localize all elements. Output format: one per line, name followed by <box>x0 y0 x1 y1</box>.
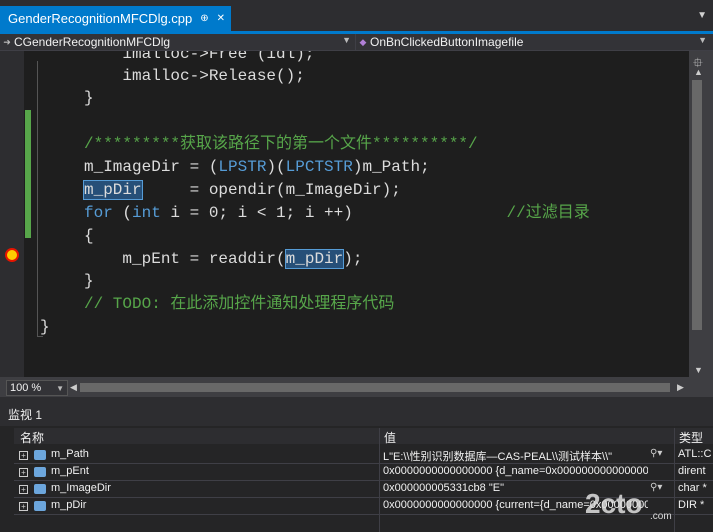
scroll-up-icon[interactable]: ▲ <box>694 67 703 77</box>
pin-icon[interactable]: ⊕ <box>200 13 208 24</box>
watch-name: m_pEnt <box>51 465 89 477</box>
current-statement-arrow-icon <box>7 250 17 260</box>
watch-type: ATL::C <box>678 448 712 460</box>
watch-type: dirent <box>678 465 706 477</box>
watch-panel-title: 监视 1 <box>0 404 713 424</box>
horizontal-scroll-thumb[interactable] <box>80 383 670 392</box>
document-tab[interactable]: GenderRecognitionMFCDlg.cpp ⊕ ✕ <box>0 6 232 31</box>
member-name: OnBnClickedButtonImagefile <box>370 35 524 49</box>
expand-icon[interactable]: + <box>19 468 28 477</box>
column-header-name[interactable]: 名称 <box>20 429 44 446</box>
grid-line <box>14 463 713 464</box>
tab-title: GenderRecognitionMFCDlg.cpp <box>8 11 193 26</box>
watch-header: 名称 值 类型 <box>14 428 713 446</box>
code-line: m_pDir = opendir(m_ImageDir); <box>83 180 401 200</box>
code-comment: /*********获取该路径下的第一个文件**********/ <box>84 135 478 153</box>
code-line: m_pEnt = readdir(m_pDir); <box>84 249 363 269</box>
outline-guide <box>37 61 38 337</box>
indicator-margin[interactable] <box>0 51 24 377</box>
code-line: m_ImageDir = (LPSTR)(LPCTSTR)m_Path; <box>84 158 430 176</box>
grid-line <box>14 480 713 481</box>
variable-icon <box>34 484 46 494</box>
change-tracking-bar <box>25 110 31 238</box>
vertical-scroll-thumb[interactable] <box>692 80 702 330</box>
watermark-logo: 2cto <box>585 488 643 519</box>
watch-type: DIR * <box>678 499 705 511</box>
close-icon[interactable]: ✕ <box>217 13 225 24</box>
watch-name: m_ImageDir <box>51 482 111 494</box>
chevron-down-icon[interactable]: ▼ <box>697 10 707 21</box>
member-dropdown[interactable]: ◆ OnBnClickedButtonImagefile ▼ <box>356 34 711 50</box>
code-line: } <box>40 318 50 336</box>
zoom-level: 100 % <box>10 382 42 394</box>
expand-icon[interactable]: + <box>19 502 28 511</box>
code-line: imalloc->Release(); <box>84 67 305 85</box>
class-name: CGenderRecognitionMFCDlg <box>14 35 171 49</box>
search-icon[interactable]: ⚲▾ <box>650 448 662 459</box>
highlighted-symbol: m_pDir <box>284 249 345 269</box>
watch-row[interactable]: + m_pEnt 0x0000000000000000 {d_name=0x00… <box>14 464 713 480</box>
watch-name: m_Path <box>51 448 89 460</box>
watch-type: char * <box>678 482 707 494</box>
scroll-down-icon[interactable]: ▼ <box>694 365 703 375</box>
variable-icon <box>34 450 46 460</box>
column-header-value[interactable]: 值 <box>384 429 396 446</box>
watch-row[interactable]: + m_Path L"E:\\性别识别数据库—CAS-PEAL\\测试样本\\"… <box>14 447 713 463</box>
scroll-right-icon[interactable]: ▶ <box>677 382 684 393</box>
code-line: imalloc->Free (idl); <box>84 51 315 63</box>
grid-line <box>379 444 380 532</box>
expand-icon[interactable]: + <box>19 451 28 460</box>
code-line: { <box>84 227 94 245</box>
scroll-left-icon[interactable]: ◀ <box>70 382 77 393</box>
watch-name: m_pDir <box>51 499 87 511</box>
grid-line <box>674 444 675 532</box>
watermark-suffix: .com <box>650 511 672 522</box>
class-icon: ➜ <box>3 36 11 47</box>
zoom-dropdown[interactable]: 100 % ▼ <box>6 380 68 396</box>
code-editor[interactable]: imalloc->Free (idl); imalloc->Release();… <box>0 51 689 377</box>
code-line: for (int i = 0; i < 1; i ++) //过滤目录 <box>84 204 590 222</box>
method-icon: ◆ <box>359 36 367 47</box>
variable-icon <box>34 467 46 477</box>
highlighted-symbol: m_pDir <box>83 180 143 200</box>
chevron-down-icon[interactable]: ▼ <box>56 384 67 393</box>
column-header-type[interactable]: 类型 <box>679 429 703 446</box>
navigation-bar: ➜ CGenderRecognitionMFCDlg ▼ ◆ OnBnClick… <box>0 34 713 51</box>
code-line: } <box>84 272 94 290</box>
chevron-down-icon[interactable]: ▼ <box>698 35 707 45</box>
code-line: } <box>84 89 94 107</box>
code-comment: // TODO: 在此添加控件通知处理程序代码 <box>84 295 395 313</box>
watch-value: 0x0000000000000000 {d_name=0x00000000000… <box>383 465 648 477</box>
expand-icon[interactable]: + <box>19 485 28 494</box>
search-icon[interactable]: ⚲▾ <box>650 482 662 493</box>
watch-value: L"E:\\性别识别数据库—CAS-PEAL\\测试样本\\" <box>383 451 613 463</box>
variable-icon <box>34 501 46 511</box>
chevron-down-icon[interactable]: ▼ <box>342 35 351 45</box>
class-dropdown[interactable]: ➜ CGenderRecognitionMFCDlg ▼ <box>0 34 356 50</box>
